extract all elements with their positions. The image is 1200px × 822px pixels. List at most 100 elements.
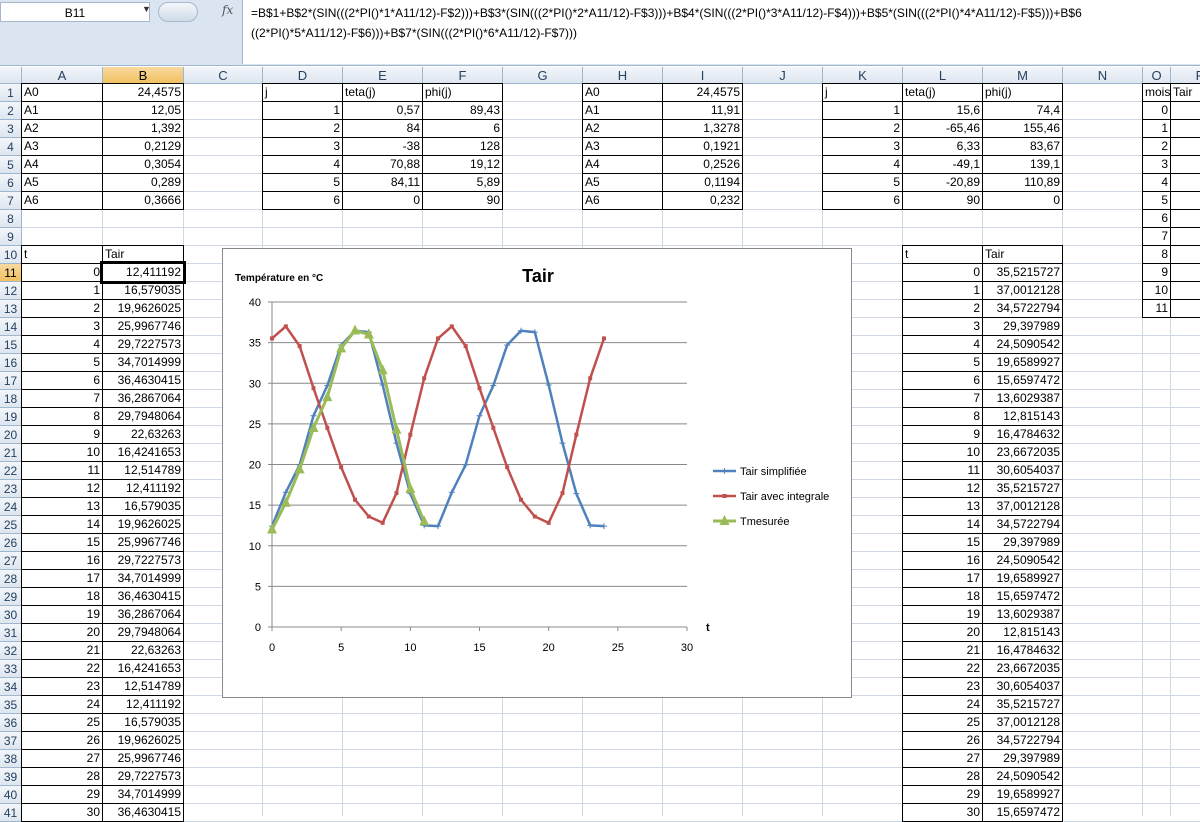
row-header-14[interactable]: 14 [0, 318, 22, 336]
row-header-16[interactable]: 16 [0, 354, 22, 372]
cell-l6[interactable]: -20,89 [902, 173, 983, 192]
cell-a2[interactable]: A1 [21, 101, 103, 120]
cell-b28[interactable]: 34,7014999 [102, 569, 184, 588]
column-header-g[interactable]: G [503, 67, 583, 84]
cell-o11[interactable]: 9 [1142, 263, 1171, 282]
cell-b35[interactable]: 12,411192 [102, 695, 184, 714]
cell-o7[interactable]: 5 [1142, 191, 1171, 210]
cell-b40[interactable]: 34,7014999 [102, 785, 184, 804]
column-header-o[interactable]: O [1143, 67, 1171, 84]
cell-o5[interactable]: 3 [1142, 155, 1171, 174]
cell-m41[interactable]: 15,6597472 [982, 803, 1063, 822]
cell-b2[interactable]: 12,05 [102, 101, 184, 120]
cell-f7[interactable]: 90 [422, 191, 503, 210]
row-header-19[interactable]: 19 [0, 408, 22, 426]
cell-b10[interactable]: Tair [102, 245, 184, 264]
row-header-41[interactable]: 41 [0, 804, 22, 822]
column-header-p[interactable]: P [1171, 67, 1200, 84]
cell-k3[interactable]: 2 [822, 119, 903, 138]
row-header-3[interactable]: 3 [0, 120, 22, 138]
cell-m22[interactable]: 30,6054037 [982, 461, 1063, 480]
cell-a34[interactable]: 23 [21, 677, 103, 696]
row-header-11[interactable]: 11 [0, 264, 22, 282]
cell-l41[interactable]: 30 [902, 803, 983, 822]
cell-e1[interactable]: teta(j) [342, 83, 423, 102]
cell-m34[interactable]: 30,6054037 [982, 677, 1063, 696]
cell-a19[interactable]: 8 [21, 407, 103, 426]
row-header-9[interactable]: 9 [0, 228, 22, 246]
cell-i2[interactable]: 11,91 [662, 101, 743, 120]
cell-l19[interactable]: 8 [902, 407, 983, 426]
cell-m7[interactable]: 0 [982, 191, 1063, 210]
cell-l26[interactable]: 15 [902, 533, 983, 552]
cell-a6[interactable]: A5 [21, 173, 103, 192]
cell-b24[interactable]: 16,579035 [102, 497, 184, 516]
column-header-b[interactable]: B [103, 67, 184, 84]
column-header-l[interactable]: L [903, 67, 983, 84]
cell-a22[interactable]: 11 [21, 461, 103, 480]
cell-m32[interactable]: 16,4784632 [982, 641, 1063, 660]
cell-l10[interactable]: t [902, 245, 983, 264]
cell-b15[interactable]: 29,7227573 [102, 335, 184, 354]
cell-b34[interactable]: 12,514789 [102, 677, 184, 696]
cell-m1[interactable]: phi(j) [982, 83, 1063, 102]
row-header-30[interactable]: 30 [0, 606, 22, 624]
column-header-f[interactable]: F [423, 67, 503, 84]
row-header-28[interactable]: 28 [0, 570, 22, 588]
cell-b17[interactable]: 36,4630415 [102, 371, 184, 390]
cell-d6[interactable]: 5 [262, 173, 343, 192]
cell-p8[interactable]: 36 [1170, 209, 1200, 228]
cell-a30[interactable]: 19 [21, 605, 103, 624]
cell-b25[interactable]: 19,9626025 [102, 515, 184, 534]
cell-m29[interactable]: 15,6597472 [982, 587, 1063, 606]
cell-m35[interactable]: 35,5215727 [982, 695, 1063, 714]
cell-a3[interactable]: A2 [21, 119, 103, 138]
cell-m18[interactable]: 13,6029387 [982, 389, 1063, 408]
row-header-40[interactable]: 40 [0, 786, 22, 804]
row-header-15[interactable]: 15 [0, 336, 22, 354]
cell-a24[interactable]: 13 [21, 497, 103, 516]
cell-i1[interactable]: 24,4575 [662, 83, 743, 102]
cell-l15[interactable]: 4 [902, 335, 983, 354]
cell-f6[interactable]: 5,89 [422, 173, 503, 192]
cell-k1[interactable]: j [822, 83, 903, 102]
cell-b39[interactable]: 29,7227573 [102, 767, 184, 786]
cell-l31[interactable]: 20 [902, 623, 983, 642]
cell-m10[interactable]: Tair [982, 245, 1063, 264]
cell-a20[interactable]: 9 [21, 425, 103, 444]
row-header-37[interactable]: 37 [0, 732, 22, 750]
cell-m2[interactable]: 74,4 [982, 101, 1063, 120]
cell-l37[interactable]: 26 [902, 731, 983, 750]
cell-l32[interactable]: 21 [902, 641, 983, 660]
cell-b11[interactable]: 12,411192 [100, 261, 186, 284]
cell-b3[interactable]: 1,392 [102, 119, 184, 138]
cell-b41[interactable]: 36,4630415 [102, 803, 184, 822]
cell-m24[interactable]: 37,0012128 [982, 497, 1063, 516]
cell-d5[interactable]: 4 [262, 155, 343, 174]
cell-h2[interactable]: A1 [582, 101, 663, 120]
row-header-4[interactable]: 4 [0, 138, 22, 156]
cell-a14[interactable]: 3 [21, 317, 103, 336]
cell-l13[interactable]: 2 [902, 299, 983, 318]
cell-a32[interactable]: 21 [21, 641, 103, 660]
cell-b23[interactable]: 12,411192 [102, 479, 184, 498]
cell-b21[interactable]: 16,4241653 [102, 443, 184, 462]
cell-m4[interactable]: 83,67 [982, 137, 1063, 156]
cell-o13[interactable]: 11 [1142, 299, 1171, 318]
cell-o2[interactable]: 0 [1142, 101, 1171, 120]
cell-b20[interactable]: 22,63263 [102, 425, 184, 444]
cell-l23[interactable]: 12 [902, 479, 983, 498]
cell-a23[interactable]: 12 [21, 479, 103, 498]
cell-m31[interactable]: 12,815143 [982, 623, 1063, 642]
cell-e4[interactable]: -38 [342, 137, 423, 156]
cell-l40[interactable]: 29 [902, 785, 983, 804]
cell-k4[interactable]: 3 [822, 137, 903, 156]
cell-l21[interactable]: 10 [902, 443, 983, 462]
cell-a33[interactable]: 22 [21, 659, 103, 678]
cell-l14[interactable]: 3 [902, 317, 983, 336]
insert-function-button[interactable]: fx [222, 3, 233, 17]
cell-l22[interactable]: 11 [902, 461, 983, 480]
row-header-33[interactable]: 33 [0, 660, 22, 678]
column-header-c[interactable]: C [184, 67, 263, 84]
name-box[interactable]: B11 [0, 2, 150, 22]
